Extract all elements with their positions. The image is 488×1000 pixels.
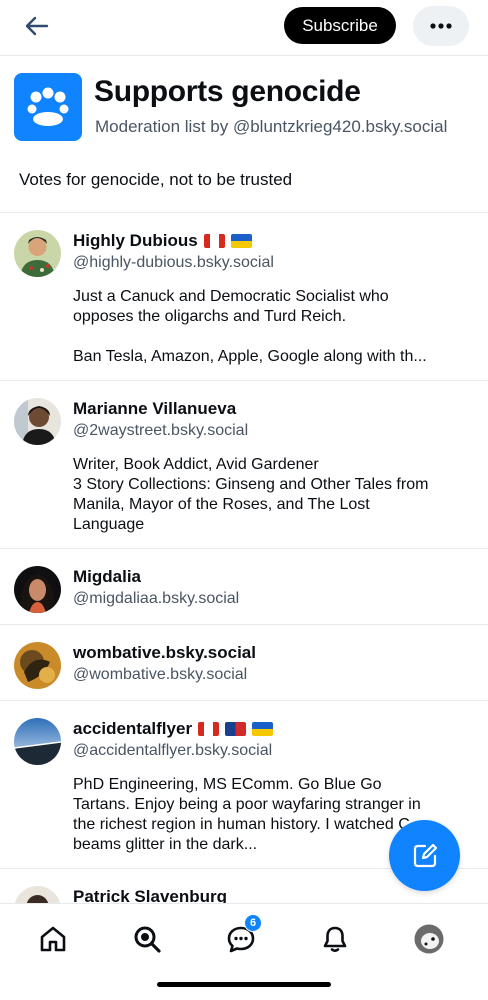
member-handle[interactable]: @migdaliaa.bsky.social <box>73 590 239 608</box>
compose-icon <box>413 843 437 867</box>
nav-profile[interactable] <box>409 919 449 959</box>
nav-home[interactable] <box>33 919 73 959</box>
list-item[interactable]: Marianne Villanueva @2waystreet.bsky.soc… <box>0 381 488 549</box>
ukraine-flag-icon <box>230 234 252 248</box>
member-bio: Writer, Book Addict, Avid Gardener 3 Sto… <box>73 456 429 533</box>
list-description: Votes for genocide, not to be trusted <box>19 170 293 189</box>
taiwan-flag-icon <box>225 722 247 736</box>
home-icon <box>40 926 66 952</box>
member-name[interactable]: Migdalia <box>73 567 141 587</box>
more-options-button[interactable] <box>413 6 469 46</box>
ukraine-flag-icon <box>252 722 274 736</box>
member-handle[interactable]: @2waystreet.bsky.social <box>73 422 248 440</box>
arrow-left-icon <box>25 16 49 36</box>
ellipsis-icon <box>430 23 452 29</box>
avatar[interactable] <box>14 642 61 689</box>
list-item[interactable]: wombative.bsky.social @wombative.bsky.so… <box>0 625 488 701</box>
subscribe-button[interactable]: Subscribe <box>284 7 396 44</box>
member-bio: Just a Canuck and Democratic Socialist w… <box>73 288 427 365</box>
list-avatar <box>14 73 82 141</box>
avatar[interactable] <box>14 566 61 613</box>
member-name[interactable]: Marianne Villanueva <box>73 399 236 419</box>
bell-icon <box>323 926 347 953</box>
member-name[interactable]: Patrick Slavenburg <box>73 887 227 903</box>
member-name[interactable]: Highly Dubious <box>73 231 252 251</box>
users-icon <box>27 87 69 126</box>
profile-avatar <box>414 924 444 954</box>
avatar[interactable] <box>14 886 61 903</box>
back-button[interactable] <box>18 10 54 42</box>
member-name[interactable]: accidentalflyer <box>73 719 274 739</box>
list-header: Supports genocide Moderation list by @bl… <box>0 57 488 213</box>
canada-flag-icon <box>198 722 220 736</box>
list-subtitle[interactable]: Moderation list by @bluntzkrieg420.bsky.… <box>95 117 480 137</box>
avatar[interactable] <box>14 718 61 765</box>
nav-notifications[interactable] <box>315 919 355 959</box>
top-bar: Subscribe <box>0 0 488 56</box>
home-indicator <box>157 982 331 987</box>
member-list: Highly Dubious @highly-dubious.bsky.soci… <box>0 213 488 903</box>
member-handle[interactable]: @highly-dubious.bsky.social <box>73 254 274 272</box>
search-icon <box>134 926 161 953</box>
canada-flag-icon <box>203 234 225 248</box>
chat-badge: 6 <box>244 914 262 932</box>
list-title: Supports genocide <box>94 75 361 108</box>
member-handle[interactable]: @wombative.bsky.social <box>73 666 247 684</box>
avatar[interactable] <box>14 398 61 445</box>
nav-search[interactable] <box>127 919 167 959</box>
member-handle[interactable]: @accidentalflyer.bsky.social <box>73 742 272 760</box>
avatar[interactable] <box>14 230 61 277</box>
member-name[interactable]: wombative.bsky.social <box>73 643 256 663</box>
compose-button[interactable] <box>389 820 460 891</box>
list-item[interactable]: Migdalia @migdaliaa.bsky.social <box>0 549 488 625</box>
list-item[interactable]: Highly Dubious @highly-dubious.bsky.soci… <box>0 213 488 381</box>
